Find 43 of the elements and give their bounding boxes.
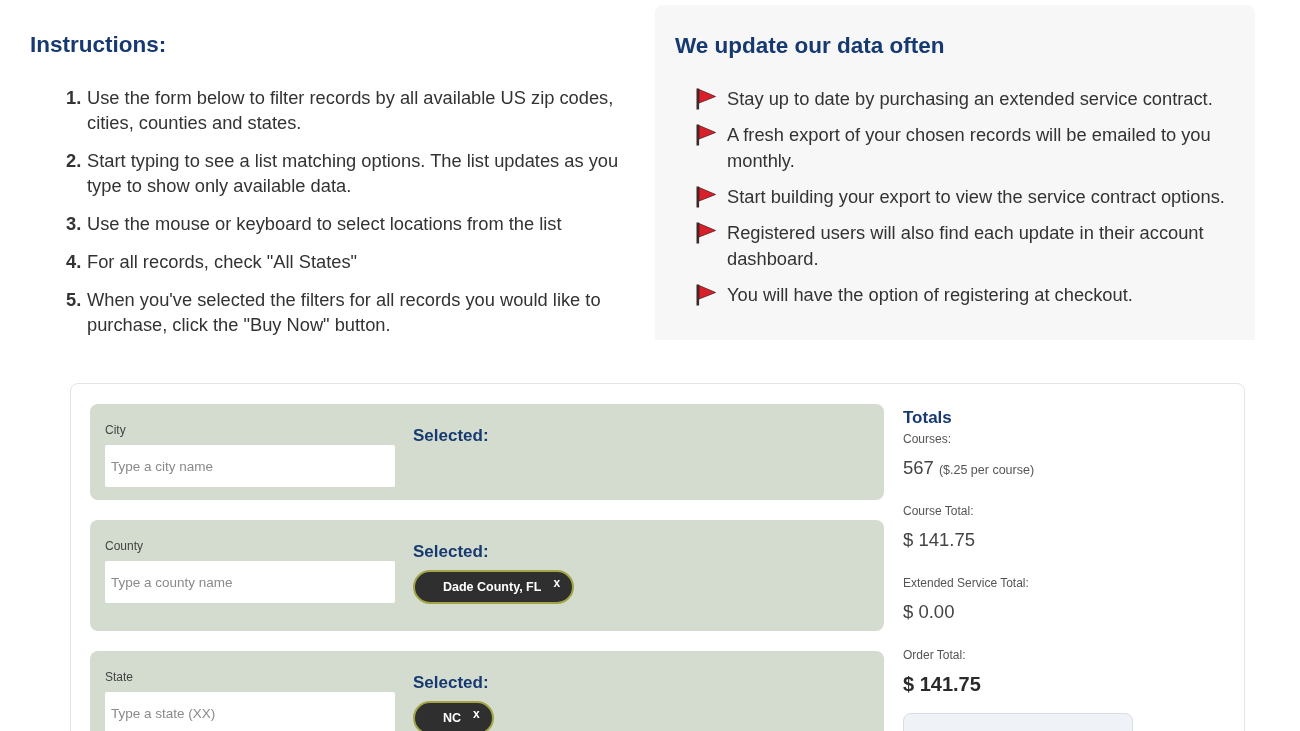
flag-icon <box>696 222 716 244</box>
total-value: $ 141.75 <box>903 528 975 552</box>
totals-heading: Totals <box>903 408 952 428</box>
step-text: Use the mouse or keyboard to select locations from the list <box>87 212 563 236</box>
total-note: ($.25 per course) <box>938 463 1035 477</box>
step-text: Use the form below to filter records by all available US zip codes, cities, counties and states. <box>87 86 615 135</box>
step-text: Start typing to see a list matching options. The list updates as you type to show only available data. <box>87 149 620 198</box>
selected-heading: Selected: <box>413 673 489 693</box>
total-value: 567 <box>903 456 934 480</box>
total-label: Course Total: <box>903 504 974 518</box>
bullet-text: Start building your export to view the service contract options. <box>727 185 1226 209</box>
selected-heading: Selected: <box>413 542 489 562</box>
field-label: City <box>105 423 126 437</box>
step-text: For all records, check "All States" <box>87 250 359 274</box>
step-number: 3. <box>66 212 83 236</box>
chip-label: NC <box>443 710 462 726</box>
input-field[interactable]: Type a city name <box>105 445 395 487</box>
field-label: County <box>105 539 144 553</box>
bullet-text: Stay up to date by purchasing an extended service contract. <box>727 87 1214 111</box>
total-label: Courses: <box>903 432 952 446</box>
flag-icon <box>696 124 716 146</box>
input-field[interactable]: Type a state (XX) <box>105 692 395 731</box>
instructions-heading: Instructions: <box>30 31 168 59</box>
flag-icon <box>696 186 716 208</box>
panel-heading: We update our data often <box>675 32 946 60</box>
bullet-text: You will have the option of registering at checkout. <box>727 283 1134 307</box>
input-field[interactable]: Type a county name <box>105 561 395 603</box>
bullet-text: Registered users will also find each update in their account dashboard. <box>727 221 1205 271</box>
step-number: 5. <box>66 288 83 312</box>
total-label: Order Total: <box>903 648 966 662</box>
total-label: Extended Service Total: <box>903 576 1029 590</box>
chip-label: Dade County, FL <box>443 579 542 595</box>
step-number: 4. <box>66 250 83 274</box>
field-label: State <box>105 670 134 684</box>
step-number: 2. <box>66 149 83 173</box>
flag-icon <box>696 284 716 306</box>
step-number: 1. <box>66 86 83 110</box>
selected-heading: Selected: <box>413 426 489 446</box>
step-text: When you've selected the filters for all records you would like to purchase, click the "Buy Now" button. <box>87 288 602 337</box>
total-value: $ 0.00 <box>903 600 955 624</box>
total-value: $ 141.75 <box>903 672 981 696</box>
flag-icon <box>696 88 716 110</box>
bullet-text: A fresh export of your chosen records will be emailed to you monthly. <box>727 123 1212 173</box>
